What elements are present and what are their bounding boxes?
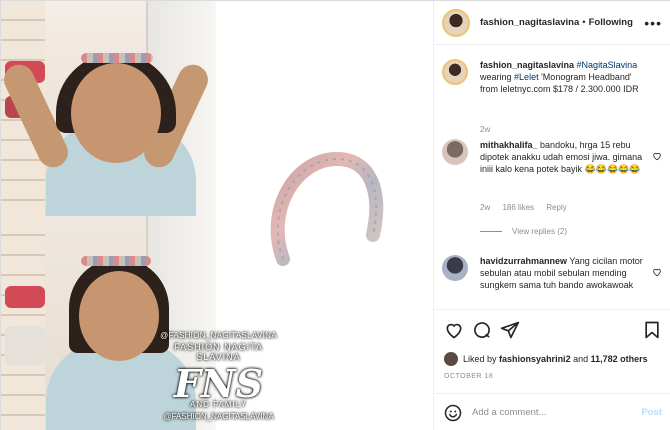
share-icon[interactable] <box>500 320 520 340</box>
post-media[interactable]: @FASHION_NAGITASLAVINA FASHION NAGITA SL… <box>1 1 433 430</box>
product-tag-link[interactable]: #Lelet <box>514 72 539 82</box>
separator-dot: • <box>582 17 586 28</box>
caption-text: fashion_nagitaslavina #NagitaSlavina wea… <box>480 59 650 95</box>
add-comment-bar: Post <box>434 393 670 430</box>
watermark-handle: @FASHION_NAGITASLAVINA <box>163 412 274 421</box>
heart-icon[interactable] <box>444 320 464 340</box>
post-button[interactable]: Post <box>641 407 662 418</box>
comment-text: mithakhalifa_ bandoku, hrga 15 rebu dipo… <box>480 139 650 175</box>
caption-body: wearing <box>480 72 512 82</box>
following-button[interactable]: Following <box>589 17 633 28</box>
avatar[interactable] <box>442 255 468 281</box>
reply-button[interactable]: Reply <box>546 203 566 212</box>
post-header: fashion_nagitaslavina • Following ••• <box>434 1 670 45</box>
view-replies-button[interactable]: View replies (2) <box>480 227 567 236</box>
watermark-name: FASHION NAGITA SLAVINA <box>174 342 263 362</box>
likes-count[interactable]: 11,782 others <box>591 354 648 364</box>
shelf-items <box>5 286 45 308</box>
shelf-items <box>5 326 45 366</box>
post-details-panel: fashion_nagitaslavina • Following ••• fa… <box>433 1 670 430</box>
comment-meta: 2w 186 likes Reply <box>480 203 577 212</box>
caption-username[interactable]: fashion_nagitaslavina <box>480 60 574 70</box>
view-replies-label[interactable]: View replies (2) <box>512 227 567 236</box>
avatar[interactable] <box>442 139 468 165</box>
post-date: OCTOBER 18 <box>444 373 494 380</box>
comment: mithakhalifa_ bandoku, hrga 15 rebu dipo… <box>442 139 664 249</box>
comment-username[interactable]: mithakhalifa_ <box>480 140 538 150</box>
watermark-family: AND FAMILY <box>190 400 247 409</box>
comment-text: havidzurrahmannew Yang cicilan motor seb… <box>480 255 650 291</box>
headband-product-image <box>270 151 384 266</box>
likes-and: and <box>573 354 589 364</box>
comment-time: 2w <box>480 203 491 212</box>
comment-likes[interactable]: 186 likes <box>502 203 534 212</box>
like-comment-heart-icon[interactable] <box>652 151 662 161</box>
bookmark-icon[interactable] <box>642 320 662 340</box>
comment-input[interactable] <box>472 407 622 418</box>
emoji-icon[interactable] <box>444 404 462 422</box>
caption: fashion_nagitaslavina #NagitaSlavina wea… <box>442 59 664 134</box>
caption-time: 2w <box>480 125 491 134</box>
watermark: @FASHION_NAGITASLAVINA FASHION NAGITA SL… <box>151 331 286 421</box>
divider <box>480 231 502 232</box>
post-frame: @FASHION_NAGITASLAVINA FASHION NAGITA SL… <box>0 0 670 430</box>
like-comment-heart-icon[interactable] <box>652 267 662 277</box>
header-username[interactable]: fashion_nagitaslavina <box>480 17 579 28</box>
likes-summary[interactable]: Liked by fashionsyahrini2 and 11,782 oth… <box>444 352 648 366</box>
watermark-logo: FNS <box>173 361 264 406</box>
watermark-handle: @FASHION_NAGITASLAVINA <box>160 331 277 340</box>
avatar[interactable] <box>442 59 468 85</box>
likes-prefix: Liked by <box>463 354 497 364</box>
comment: havidzurrahmannew Yang cicilan motor seb… <box>442 255 664 309</box>
more-horizontal-icon[interactable]: ••• <box>644 15 662 31</box>
avatar[interactable] <box>442 8 470 37</box>
headband <box>81 53 153 63</box>
likes-user[interactable]: fashionsyahrini2 <box>499 354 571 364</box>
post-actions: Liked by fashionsyahrini2 and 11,782 oth… <box>434 309 670 405</box>
comment-username[interactable]: havidzurrahmannew <box>480 256 567 266</box>
shelf <box>1 216 45 430</box>
photo-top <box>1 1 216 216</box>
avatar <box>444 352 458 366</box>
face <box>71 63 161 163</box>
comments-section[interactable]: fashion_nagitaslavina #NagitaSlavina wea… <box>434 45 670 309</box>
hashtag-link[interactable]: #NagitaSlavina <box>577 60 638 70</box>
face <box>79 271 159 361</box>
comment-icon[interactable] <box>472 320 492 340</box>
headband <box>81 256 151 266</box>
